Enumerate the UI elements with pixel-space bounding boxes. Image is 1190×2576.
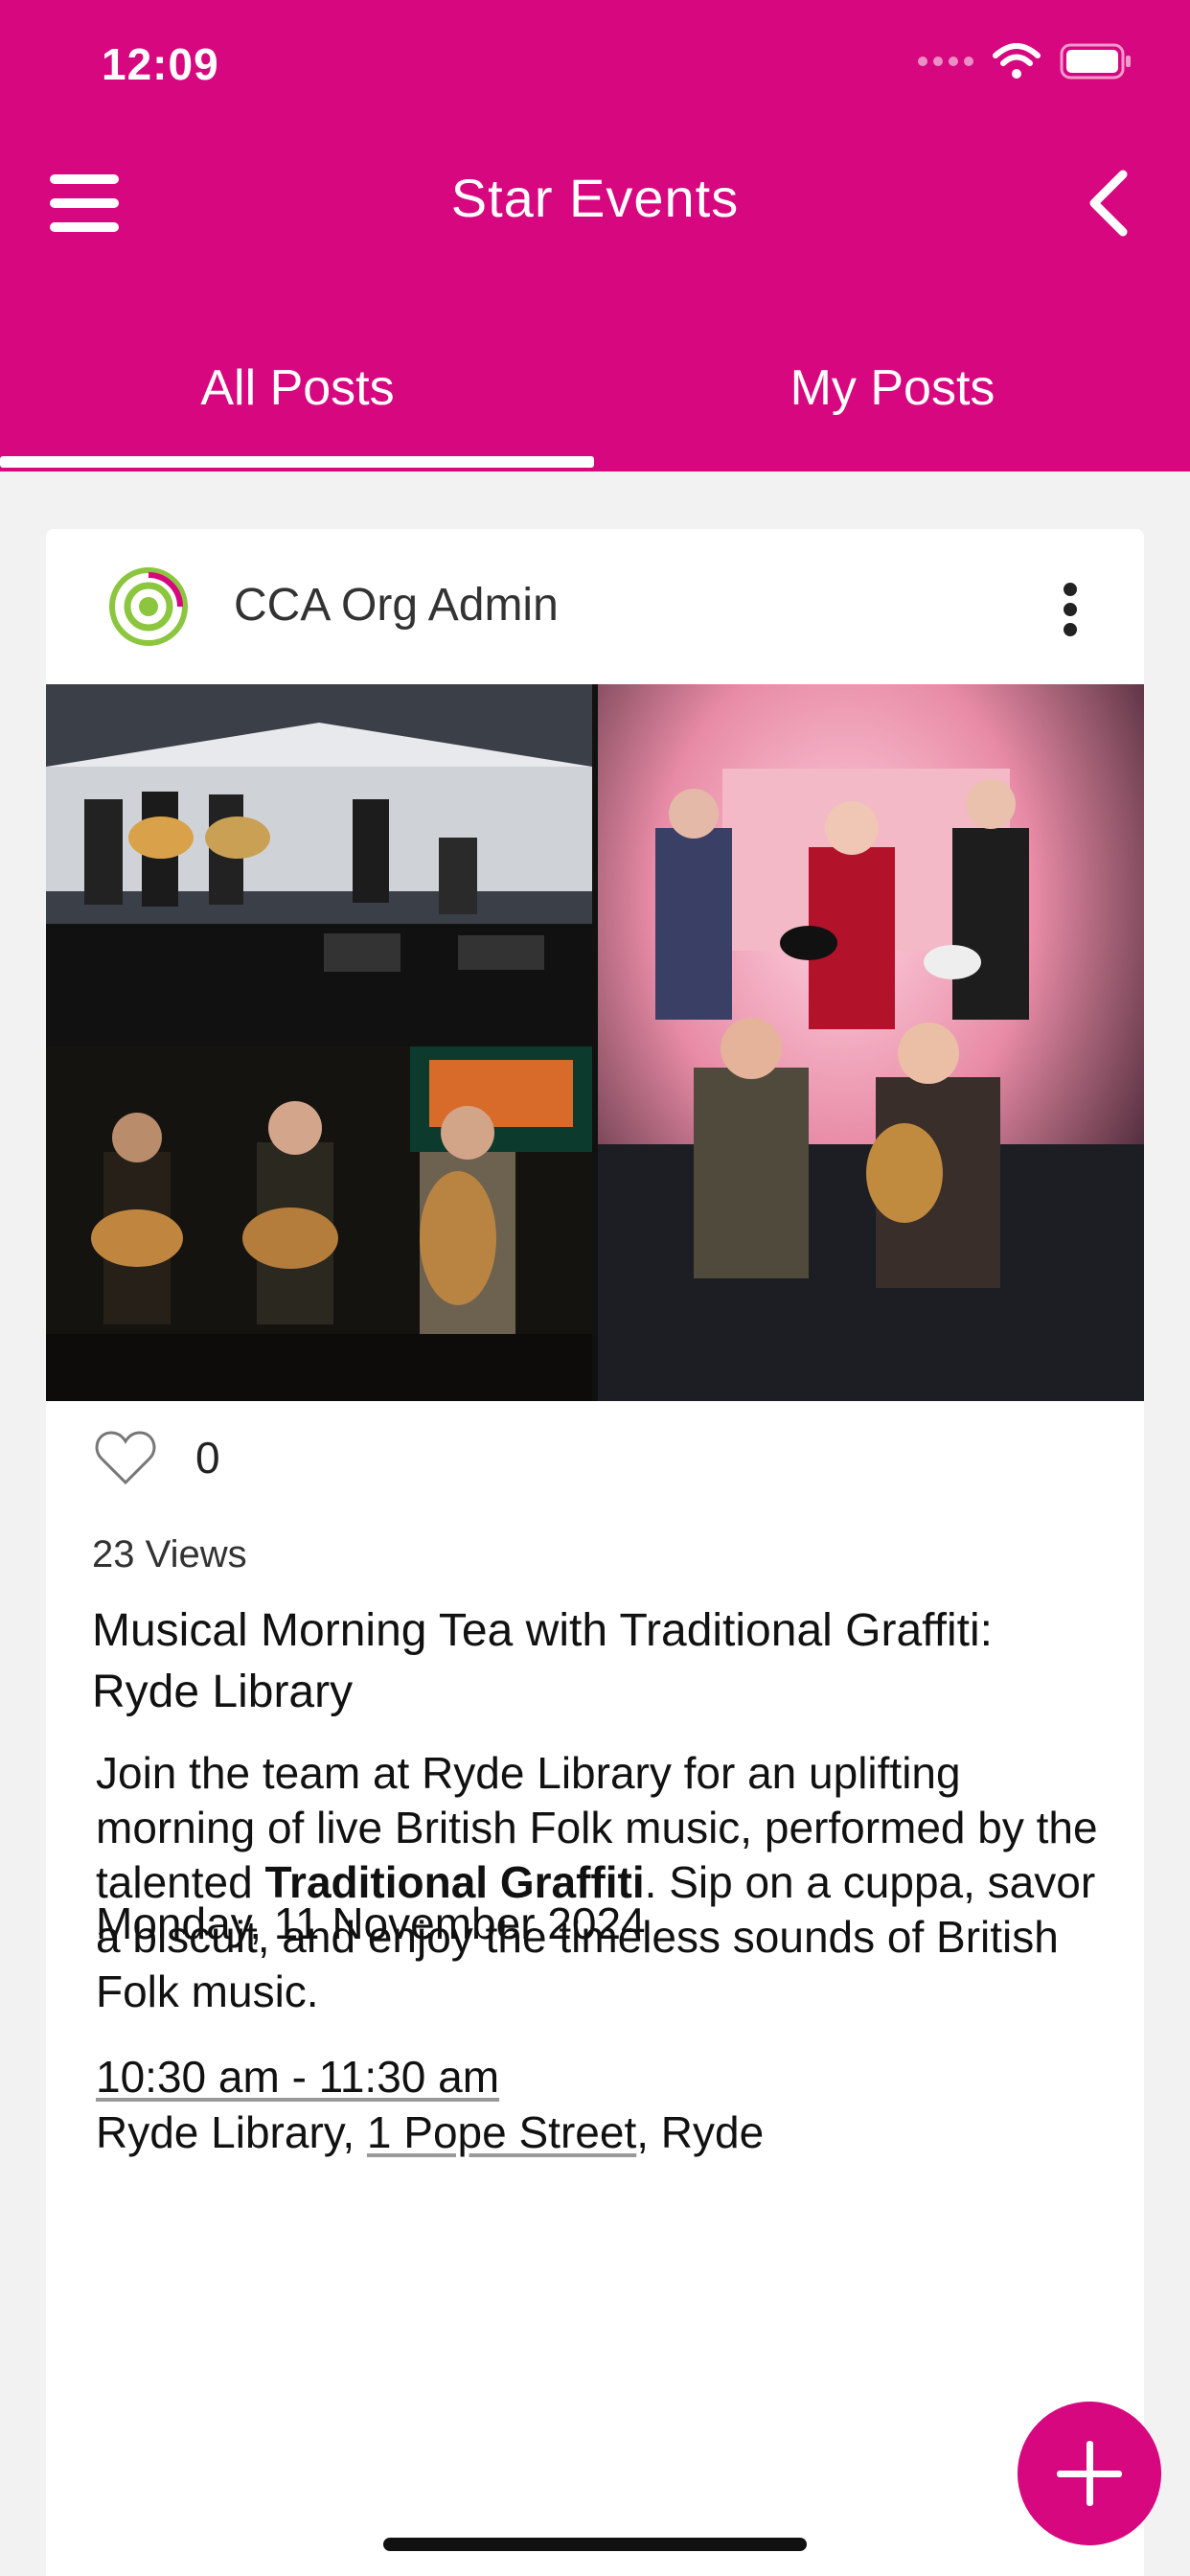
author-name[interactable]: CCA Org Admin [234,579,559,632]
signal-icon [918,57,973,66]
status-time: 12:09 [102,39,219,89]
back-chevron-icon[interactable] [1085,169,1133,238]
photo-gallery[interactable] [46,684,1144,1401]
location-venue: Ryde Library, [96,2107,367,2157]
home-indicator [383,2538,807,2551]
add-post-button[interactable] [1018,2402,1161,2545]
avatar[interactable] [107,565,190,648]
post-body: Join the team at Ryde Library for an upl… [96,1746,1111,2019]
location-suburb: , Ryde [636,2107,765,2157]
post-title: Musical Morning Tea with Traditional Gra… [92,1605,993,1717]
event-time-link[interactable]: 10:30 am - 11:30 am [96,2051,499,2103]
event-location: Ryde Library, 1 Pope Street, Ryde [96,2106,764,2158]
tab-all-posts[interactable]: All Posts [0,345,595,472]
active-tab-indicator [0,456,594,468]
location-street-link[interactable]: 1 Pope Street [367,2107,636,2157]
post-author-row: CCA Org Admin [46,529,1144,682]
battery-icon [1060,43,1131,80]
tab-bar: All Posts My Posts [0,345,1190,472]
event-date: Monday, 11 November 2024 [96,1898,646,1948]
more-vertical-icon[interactable] [1064,583,1077,636]
post-card: CCA Org Admin 0 23 Views Musical Morning… [46,529,1144,2576]
gallery-photo[interactable] [598,684,1144,1401]
like-row: 0 [94,1424,220,1491]
tab-my-posts[interactable]: My Posts [595,345,1190,472]
status-icons [918,42,1133,80]
heart-outline-icon[interactable] [94,1429,157,1486]
view-count: 23 Views [92,1533,247,1576]
page-title: Star Events [450,168,740,228]
gallery-photo[interactable] [46,1046,592,1401]
wifi-icon [993,43,1041,79]
like-count: 0 [195,1433,220,1483]
gallery-photo[interactable] [46,684,592,1043]
app-header: 12:09 Star Events All Posts My Posts [0,0,1190,472]
